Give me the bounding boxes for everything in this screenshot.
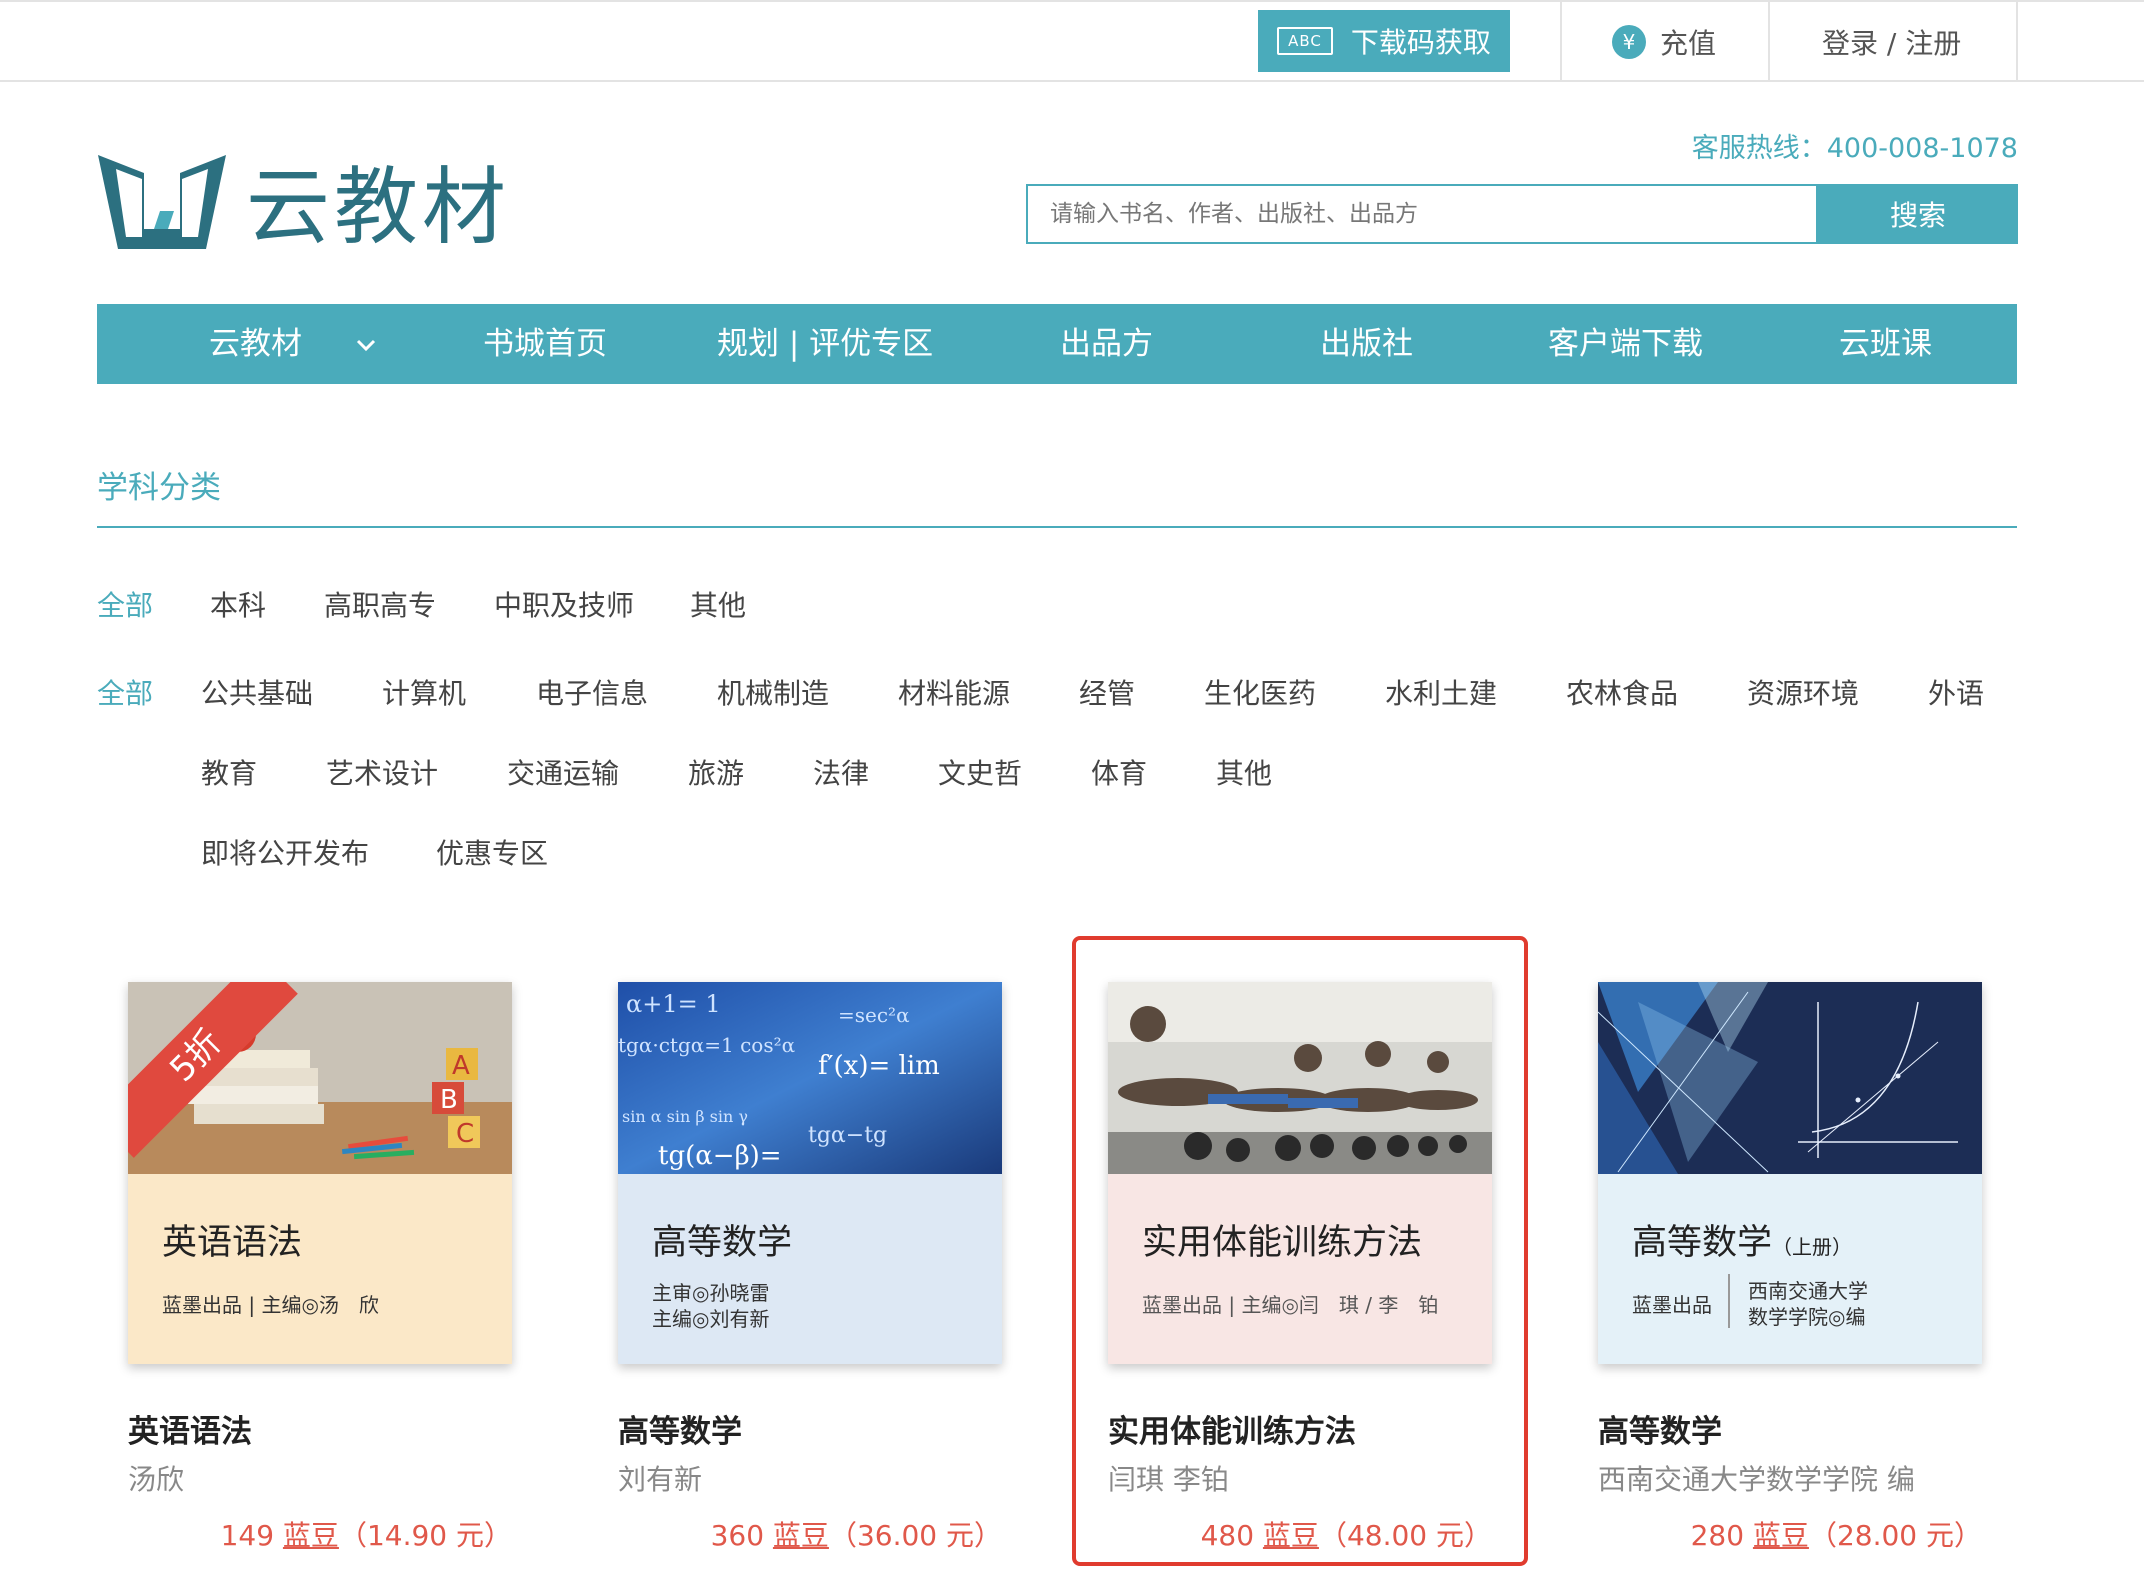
nav-item-yunjiaocai[interactable]: 云教材: [209, 304, 302, 384]
svg-text:C: C: [456, 1119, 474, 1149]
divider: [1560, 0, 1562, 80]
subject-filter[interactable]: 农林食品: [1566, 672, 1678, 712]
subject-filter[interactable]: 水利土建: [1385, 672, 1497, 712]
nav-item-cloud-class[interactable]: 云班课: [1839, 304, 1932, 384]
nav-item-bookstore-home[interactable]: 书城首页: [483, 304, 607, 384]
cover-credits: 蓝墨出品 | 主编◎汤 欣: [162, 1293, 379, 1317]
abc-icon: ABC: [1277, 27, 1333, 55]
book-author: 刘有新: [618, 1463, 703, 1496]
cover-title: 英语语法: [162, 1223, 303, 1263]
nav-item-producers[interactable]: 出品方: [1060, 304, 1153, 384]
divider: [1768, 0, 1770, 80]
selection-highlight: [1072, 936, 1528, 1566]
subject-filter[interactable]: 体育: [1091, 752, 1147, 792]
subject-filter[interactable]: 资源环境: [1747, 672, 1859, 712]
main-nav: 云教材 书城首页 规划 | 评优专区 出品方 出版社 客户端下载 云班课: [97, 304, 2017, 384]
subject-filter[interactable]: 其他: [1216, 752, 1272, 792]
subject-filter[interactable]: 机械制造: [717, 672, 829, 712]
divider: [2016, 0, 2018, 80]
recharge-link[interactable]: ¥ 充值: [1612, 22, 1716, 62]
subject-filter[interactable]: 生化医药: [1204, 672, 1316, 712]
svg-text:A: A: [452, 1051, 470, 1081]
svg-text:α+1= 1: α+1= 1: [626, 990, 721, 1018]
cover-image-math-formulas: α+1= 1 tgα·ctgα=1 cos²α f′(x)= lim sin α…: [618, 982, 1002, 1174]
book-title[interactable]: 高等数学: [1598, 1406, 1722, 1451]
divider: [97, 526, 2017, 528]
book-price: 149 蓝豆（14.90 元）: [220, 1519, 512, 1552]
login-register-link[interactable]: 登录 / 注册: [1822, 22, 1961, 62]
subject-category-title: 学科分类: [97, 470, 221, 506]
svg-text:tgα−tg: tgα−tg: [808, 1123, 887, 1148]
divider: [1728, 1274, 1730, 1328]
cover-image-calculus-graph: [1598, 982, 1982, 1174]
subject-filter-discount[interactable]: 优惠专区: [436, 832, 548, 872]
book-title[interactable]: 高等数学: [618, 1406, 742, 1451]
cover-title: 高等数学: [652, 1223, 793, 1263]
cover-info: 英语语法 蓝墨出品 | 主编◎汤 欣: [128, 1174, 512, 1364]
subject-filter[interactable]: 教育: [201, 752, 257, 792]
download-code-button[interactable]: ABC 下载码获取: [1258, 10, 1510, 72]
book-price: 280 蓝豆（28.00 元）: [1690, 1519, 1982, 1552]
level-filter-other[interactable]: 其他: [690, 584, 746, 624]
book-price: 360 蓝豆（36.00 元）: [710, 1519, 1002, 1552]
nav-item-publishers[interactable]: 出版社: [1320, 304, 1413, 384]
download-code-label: 下载码获取: [1350, 26, 1491, 59]
svg-text:tg(α−β)=: tg(α−β)=: [658, 1141, 782, 1171]
level-filter-secondary-vocational[interactable]: 中职及技师: [494, 584, 634, 624]
logo-text: 云教材: [246, 158, 511, 256]
svg-text:f′(x)= lim: f′(x)= lim: [818, 1051, 940, 1081]
cover-credits-reviewer: 主审◎孙晓雷: [652, 1281, 770, 1305]
search-button[interactable]: 搜索: [1818, 184, 2018, 244]
book-title[interactable]: 英语语法: [128, 1406, 252, 1451]
subject-filter[interactable]: 旅游: [688, 752, 744, 792]
subject-filter[interactable]: 外语: [1928, 672, 1984, 712]
service-hotline: 客服热线：400-008-1078: [1691, 133, 2018, 164]
book-cover[interactable]: A B C 5折 英语语法 蓝墨出品 | 主编◎汤 欣: [128, 982, 512, 1364]
cover-credits-editor: 主编◎刘有新: [652, 1307, 770, 1331]
cover-producer: 蓝墨出品: [1632, 1293, 1712, 1317]
cover-volume: （上册）: [1772, 1235, 1853, 1259]
subject-filter[interactable]: 材料能源: [898, 672, 1010, 712]
book-author: 西南交通大学数学学院 编: [1598, 1463, 1915, 1496]
subject-filter[interactable]: 经管: [1079, 672, 1135, 712]
yen-icon: ¥: [1612, 25, 1646, 59]
subject-filter-upcoming[interactable]: 即将公开发布: [201, 832, 369, 872]
svg-text:=sec²α: =sec²α: [838, 1003, 910, 1027]
book-author: 汤欣: [128, 1463, 185, 1496]
level-filter-vocational-college[interactable]: 高职高专: [324, 584, 436, 624]
nav-item-planning-awards[interactable]: 规划 | 评优专区: [717, 304, 933, 384]
subject-filter[interactable]: 电子信息: [536, 672, 648, 712]
cover-info: 高等数学（上册） 蓝墨出品 西南交通大学 数学学院◎编: [1598, 1174, 1982, 1364]
level-filter-all[interactable]: 全部: [97, 584, 153, 624]
cover-title: 高等数学（上册）: [1632, 1223, 1853, 1263]
subject-filter-all[interactable]: 全部: [97, 672, 153, 712]
book-cover[interactable]: 高等数学（上册） 蓝墨出品 西南交通大学 数学学院◎编: [1598, 982, 1982, 1364]
subject-filter[interactable]: 艺术设计: [326, 752, 438, 792]
search-input[interactable]: [1026, 184, 1818, 244]
recharge-label: 充值: [1660, 27, 1717, 60]
cover-info: 高等数学 主审◎孙晓雷 主编◎刘有新: [618, 1174, 1002, 1364]
subject-filter[interactable]: 公共基础: [201, 672, 313, 712]
search-bar: 搜索: [1026, 184, 2018, 244]
svg-text:tgα·ctgα=1 cos²α: tgα·ctgα=1 cos²α: [618, 1033, 795, 1057]
open-book-icon: [98, 154, 226, 249]
svg-text:B: B: [440, 1085, 458, 1115]
level-filter-undergraduate[interactable]: 本科: [210, 584, 266, 624]
subject-filter[interactable]: 计算机: [382, 672, 466, 712]
subject-filter[interactable]: 法律: [813, 752, 869, 792]
cover-editor-line1: 西南交通大学: [1748, 1279, 1868, 1303]
subject-filter[interactable]: 交通运输: [507, 752, 619, 792]
nav-item-client-download[interactable]: 客户端下载: [1548, 304, 1703, 384]
site-logo[interactable]: 云教材: [96, 140, 510, 261]
subject-filter[interactable]: 文史哲: [938, 752, 1022, 792]
svg-text:sin α sin β sin γ: sin α sin β sin γ: [622, 1107, 748, 1126]
book-cover[interactable]: α+1= 1 tgα·ctgα=1 cos²α f′(x)= lim sin α…: [618, 982, 1002, 1364]
chevron-down-icon[interactable]: [355, 304, 377, 384]
cover-editor-line2: 数学学院◎编: [1748, 1305, 1866, 1329]
